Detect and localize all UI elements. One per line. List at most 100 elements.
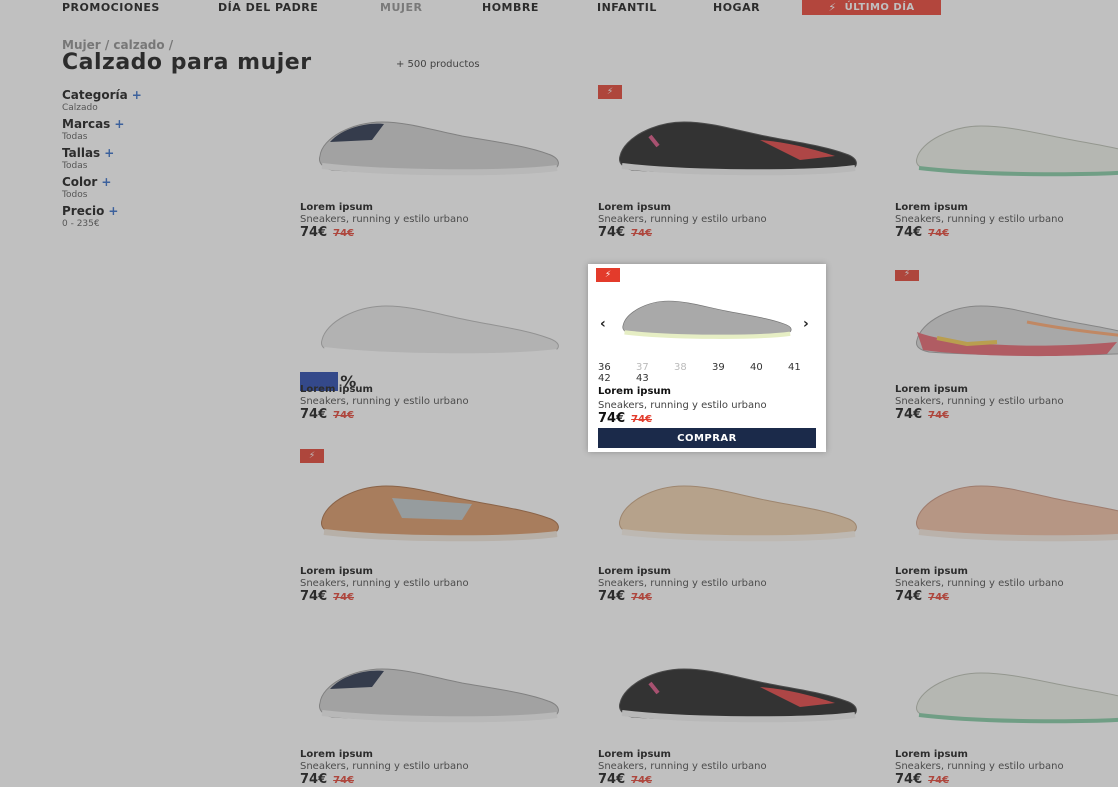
filter-color[interactable]: Color + Todos	[62, 175, 262, 200]
product-image[interactable]	[598, 635, 864, 745]
product-name[interactable]: Lorem ipsum	[598, 386, 671, 397]
product-card[interactable]: 30% Lorem ipsum Sneakers, running y esti…	[300, 270, 566, 440]
product-count: + 500 productos	[396, 59, 480, 70]
product-card[interactable]: ⚡ Lorem ipsum Sneakers, running y estilo…	[300, 449, 566, 622]
old-price: 74€	[333, 592, 355, 603]
product-price: 74€ 74€	[895, 407, 949, 422]
product-desc: Sneakers, running y estilo urbano	[300, 578, 469, 589]
current-price: 74€	[895, 225, 923, 240]
nav-ultimo-dia[interactable]: ⚡ ÚLTIMO DÍA	[802, 0, 941, 15]
product-desc: Sneakers, running y estilo urbano	[895, 214, 1064, 225]
product-image[interactable]	[300, 635, 566, 745]
filter-title: Color	[62, 175, 98, 189]
product-image[interactable]	[895, 635, 1118, 745]
old-price: 74€	[928, 775, 950, 786]
filter-tallas[interactable]: Tallas + Todas	[62, 146, 262, 171]
nav-promociones[interactable]: PROMOCIONES	[62, 1, 160, 14]
size-option[interactable]: 38	[674, 362, 712, 373]
product-desc: Sneakers, running y estilo urbano	[300, 761, 469, 772]
product-name[interactable]: Lorem ipsum	[895, 566, 968, 577]
product-price: 74€ 74€	[895, 772, 949, 787]
product-price: 74€ 74€	[895, 225, 949, 240]
chevron-right-icon[interactable]: ›	[803, 316, 809, 332]
product-card[interactable]: Lorem ipsum Sneakers, running y estilo u…	[598, 452, 864, 622]
product-name[interactable]: Lorem ipsum	[598, 749, 671, 760]
plus-icon[interactable]: +	[132, 88, 142, 102]
product-desc: Sneakers, running y estilo urbano	[300, 396, 469, 407]
product-image[interactable]	[895, 452, 1118, 562]
shoe-image	[916, 125, 1118, 177]
product-image[interactable]	[895, 88, 1118, 198]
size-option[interactable]: 43	[636, 373, 674, 384]
shoe-image	[622, 300, 792, 339]
plus-icon[interactable]: +	[104, 146, 114, 160]
filter-value: 0 - 235€	[62, 219, 100, 229]
plus-icon[interactable]: +	[101, 175, 111, 189]
buy-button[interactable]: COMPRAR	[598, 428, 816, 448]
chevron-left-icon[interactable]: ‹	[600, 316, 606, 332]
product-name[interactable]: Lorem ipsum	[300, 202, 373, 213]
current-price: 74€	[300, 772, 328, 787]
product-card[interactable]: Lorem ipsum Sneakers, running y estilo u…	[300, 635, 566, 805]
filter-categoria[interactable]: Categoría + Calzado	[62, 88, 262, 113]
product-name[interactable]: Lorem ipsum	[895, 384, 968, 395]
nav-hombre[interactable]: HOMBRE	[482, 1, 539, 14]
filter-value: Todas	[62, 161, 88, 171]
filter-title: Precio	[62, 204, 105, 218]
plus-icon[interactable]: +	[108, 204, 118, 218]
product-price: 74€ 74€	[895, 589, 949, 604]
product-card[interactable]: Lorem ipsum Sneakers, running y estilo u…	[300, 88, 566, 258]
product-price: 74€ 74€	[300, 772, 354, 787]
product-price: 74€ 74€	[598, 772, 652, 787]
product-desc: Sneakers, running y estilo urbano	[598, 578, 767, 589]
old-price: 74€	[631, 775, 653, 786]
old-price: 74€	[928, 410, 950, 421]
shoe-image	[619, 485, 857, 542]
size-option[interactable]: 42	[598, 373, 636, 384]
product-image[interactable]	[598, 88, 864, 198]
product-name[interactable]: Lorem ipsum	[598, 202, 671, 213]
size-option[interactable]: 41	[788, 362, 808, 373]
product-image[interactable]	[300, 270, 566, 380]
product-name[interactable]: Lorem ipsum	[300, 566, 373, 577]
nav-mujer[interactable]: MUJER	[380, 1, 422, 14]
old-price: 74€	[333, 775, 355, 786]
flash-icon: ⚡	[604, 270, 612, 280]
product-card[interactable]: ⚡ Lorem ipsum Sneakers, running y estilo…	[598, 85, 864, 258]
shoe-image	[319, 668, 559, 723]
current-price: 74€	[300, 225, 328, 240]
product-name[interactable]: Lorem ipsum	[300, 749, 373, 760]
nav-infantil[interactable]: INFANTIL	[597, 1, 657, 14]
filter-value: Todas	[62, 132, 88, 142]
product-card[interactable]: Lorem ipsum Sneakers, running y estilo u…	[598, 635, 864, 805]
product-image[interactable]	[300, 452, 566, 562]
filter-marcas[interactable]: Marcas + Todas	[62, 117, 262, 142]
product-name[interactable]: Lorem ipsum	[598, 566, 671, 577]
shoe-image	[619, 668, 857, 723]
current-price: 74€	[598, 589, 626, 604]
product-price: 74€ 74€	[300, 407, 354, 422]
product-image[interactable]	[300, 88, 566, 198]
plus-icon[interactable]: +	[114, 117, 124, 131]
product-name[interactable]: Lorem ipsum	[895, 749, 968, 760]
product-image[interactable]	[895, 270, 1118, 380]
product-card[interactable]: Lorem ipsum Sneakers, running y estilo u…	[895, 88, 1118, 258]
product-card-hover[interactable]: ⚡ ‹ › 36 37 38 39 40 41 42 43 Lorem ipsum Snea…	[588, 264, 826, 452]
product-card[interactable]: ⚡ Lorem ipsum Sneakers, running y estilo…	[895, 270, 1118, 440]
old-price: 74€	[928, 228, 950, 239]
nav-hogar[interactable]: HOGAR	[713, 1, 760, 14]
product-card[interactable]: Lorem ipsum Sneakers, running y estilo u…	[895, 452, 1118, 622]
product-image[interactable]	[598, 452, 864, 562]
filter-precio[interactable]: Precio + 0 - 235€	[62, 204, 262, 229]
size-option[interactable]: 37	[636, 362, 674, 373]
size-option[interactable]: 39	[712, 362, 750, 373]
product-card[interactable]: Lorem ipsum Sneakers, running y estilo u…	[895, 635, 1118, 787]
nav-dia-del-padre[interactable]: DÍA DEL PADRE	[218, 1, 318, 14]
size-option[interactable]: 36	[598, 362, 636, 373]
product-desc: Sneakers, running y estilo urbano	[598, 400, 767, 411]
shoe-image	[619, 121, 857, 176]
product-name[interactable]: Lorem ipsum	[895, 202, 968, 213]
shoe-image	[321, 485, 559, 542]
product-name[interactable]: Lorem ipsum	[300, 384, 373, 395]
size-option[interactable]: 40	[750, 362, 788, 373]
